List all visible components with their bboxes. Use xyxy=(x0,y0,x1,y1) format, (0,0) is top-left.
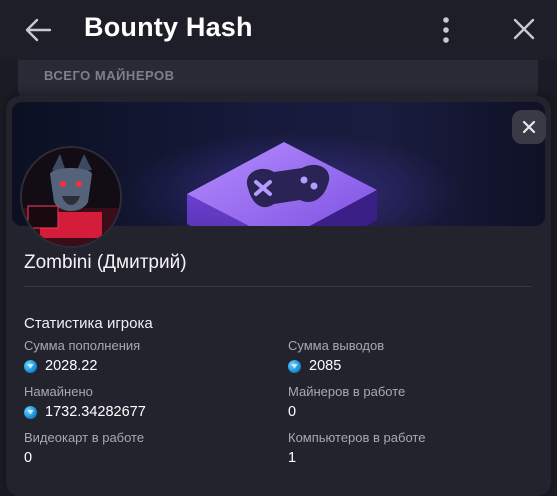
stat-label: Компьютеров в работе xyxy=(288,430,426,445)
stat-gpus-working: Видеокарт в работе 0 xyxy=(24,430,144,466)
wolf-avatar-image xyxy=(22,148,120,246)
player-profile-modal: Zombini (Дмитрий) Статистика игрока Сумм… xyxy=(6,96,551,496)
stat-value: 2028.22 xyxy=(45,358,98,374)
stat-label: Намайнено xyxy=(24,384,93,399)
total-miners-label: ВСЕГО МАЙНЕРОВ xyxy=(44,68,175,83)
stat-label: Видеокарт в работе xyxy=(24,430,145,445)
more-options-icon[interactable] xyxy=(436,16,456,44)
stat-miners-working: Майнеров в работе 0 xyxy=(288,384,405,420)
stat-deposit-total: Сумма пополнения 2028.22 xyxy=(24,338,140,374)
app-title: Bounty Hash xyxy=(84,12,253,42)
stat-value: 1732.34282677 xyxy=(45,404,146,420)
gem-icon xyxy=(288,359,301,373)
player-stats-title: Статистика игрока xyxy=(24,315,153,332)
gem-icon xyxy=(24,405,37,419)
stat-value: 1 xyxy=(288,450,297,466)
stat-value: 0 xyxy=(288,404,297,420)
stat-label: Сумма пополнения xyxy=(24,338,141,353)
close-icon xyxy=(522,120,536,134)
divider xyxy=(24,286,532,287)
stat-value: 0 xyxy=(24,450,33,466)
back-arrow-icon[interactable] xyxy=(24,16,52,44)
stat-value: 2085 xyxy=(309,358,342,374)
gem-icon xyxy=(24,359,37,373)
app-header: Bounty Hash xyxy=(0,0,557,60)
background-panel: ВСЕГО МАЙНЕРОВ xyxy=(18,60,538,100)
stat-label: Майнеров в работе xyxy=(288,384,406,399)
avatar xyxy=(20,146,122,248)
player-name: Zombini (Дмитрий) xyxy=(24,252,187,273)
stat-withdrawal-total: Сумма выводов 2085 xyxy=(288,338,384,374)
stat-computers-working: Компьютеров в работе 1 xyxy=(288,430,425,466)
close-icon[interactable] xyxy=(511,16,537,42)
close-modal-button[interactable] xyxy=(512,110,546,144)
stat-label: Сумма выводов xyxy=(288,338,385,353)
stat-mined: Намайнено 1732.34282677 xyxy=(24,384,146,420)
